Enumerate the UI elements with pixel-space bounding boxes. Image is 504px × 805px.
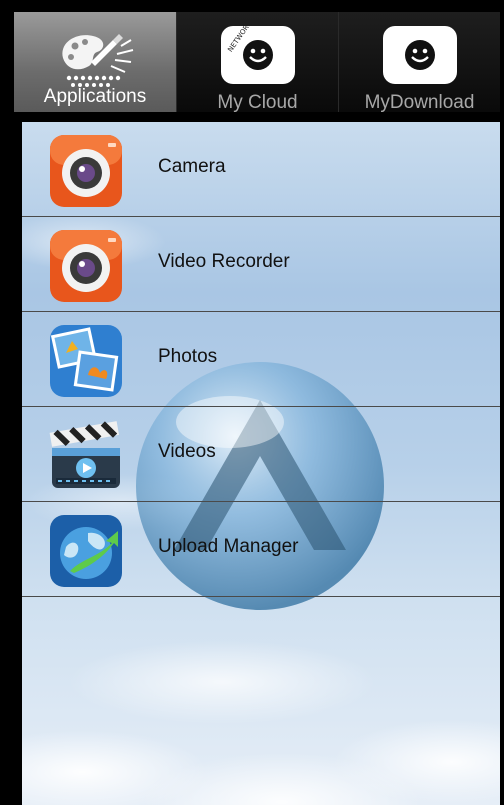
list-item-camera[interactable]: Camera (22, 122, 500, 217)
app-label-upload-manager: Upload Manager (158, 536, 299, 557)
tab-label-applications: Applications (43, 86, 147, 107)
list-item-videos[interactable]: Videos (22, 407, 500, 502)
tab-my-cloud[interactable]: NETWORK ATTACHED My Cloud (176, 12, 338, 112)
tab-mydownload[interactable]: MyDownload (338, 12, 500, 112)
photos-icon (50, 325, 122, 397)
camera-icon (50, 135, 122, 207)
app-list: Camera Video Recorder Photos Videos Uplo… (22, 122, 500, 597)
list-item-photos[interactable]: Photos (22, 312, 500, 407)
app-label-photos: Photos (158, 346, 218, 367)
app-window: Applications NETWORK ATTACHED My Cloud (0, 0, 504, 805)
app-label-video-recorder: Video Recorder (158, 251, 290, 272)
list-item-video-recorder[interactable]: Video Recorder (22, 217, 500, 312)
tab-label-my-cloud: My Cloud (217, 92, 298, 112)
upload-manager-icon (50, 515, 122, 587)
network-attached-smiley-icon: NETWORK ATTACHED (220, 12, 295, 84)
tab-bar: Applications NETWORK ATTACHED My Cloud (14, 12, 504, 112)
app-label-camera: Camera (158, 156, 226, 177)
tab-label-mydownload: MyDownload (364, 92, 475, 112)
tab-applications[interactable]: Applications (14, 12, 176, 112)
videos-clapperboard-icon (49, 421, 120, 488)
network-attached-smiley-icon (382, 26, 457, 84)
list-item-upload-manager[interactable]: Upload Manager (22, 502, 500, 597)
video-recorder-icon (50, 230, 122, 302)
applications-panel: Camera Video Recorder Photos Videos Uplo… (22, 122, 500, 805)
app-label-videos: Videos (158, 441, 216, 462)
palette-icon (55, 28, 135, 95)
